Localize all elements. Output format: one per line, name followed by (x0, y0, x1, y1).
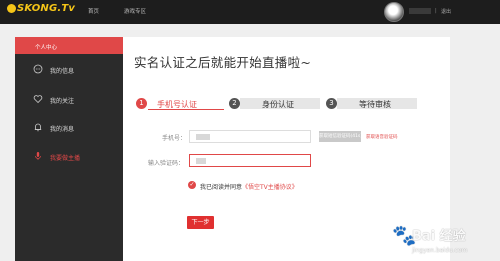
step-label: 等待审核 (359, 100, 391, 109)
username-redacted[interactable] (409, 8, 431, 14)
step-number-badge: 2 (229, 98, 240, 109)
sidebar-item-my-info[interactable]: 我的信息 (15, 63, 123, 77)
heart-icon (33, 95, 43, 104)
sidebar-item-label: 我的关注 (50, 98, 75, 105)
next-step-button[interactable]: 下一步 (187, 216, 214, 229)
sidebar-item-my-follows[interactable]: 我的关注 (15, 93, 123, 107)
step-number-badge: 3 (326, 98, 337, 109)
page-title: 实名认证之后就能开始直播啦~ (134, 55, 312, 70)
phone-number-field[interactable] (189, 130, 311, 143)
agreement-checkbox[interactable]: ✓ (188, 181, 196, 189)
redacted-code-value (196, 158, 206, 164)
sidebar-item-label: 我的信息 (50, 68, 75, 75)
send-sms-code-button[interactable]: 获取短信验证码(41s) (319, 131, 361, 142)
nav-games-link[interactable]: 游戏专区 (124, 7, 146, 15)
watermark-url: jingyan.baidu.com (412, 247, 468, 254)
sidebar-item-my-messages[interactable]: 我的消息 (15, 121, 123, 135)
baidu-jingyan-watermark: 🐾 Bai 经验 jingyan.baidu.com (390, 221, 500, 261)
verification-steps: 1 手机号认证 2 身份认证 3 等待审核 (136, 98, 436, 110)
agreement-text: 我已阅读并同意《悟空TV主播协议》 (200, 182, 298, 191)
agreement-prefix: 我已阅读并同意 (200, 184, 243, 191)
active-step-underline (148, 109, 224, 110)
sidebar-item-become-streamer[interactable]: 我要做主播 (15, 150, 123, 164)
logo-badge-icon (7, 4, 16, 13)
sidebar-item-label: 我的消息 (50, 126, 75, 133)
verification-code-field[interactable] (189, 154, 311, 167)
verification-code-label: 输入验证码： (148, 160, 185, 167)
header-separator: | (435, 8, 437, 14)
sidebar-item-label: 我要做主播 (50, 155, 81, 162)
microphone-icon (35, 152, 41, 160)
redacted-phone-value (196, 134, 210, 140)
logo-text: SKONG.Tv (17, 3, 76, 14)
user-avatar[interactable] (384, 2, 404, 22)
step-label: 身份认证 (262, 100, 294, 109)
streamer-agreement-link[interactable]: 《悟空TV主播协议》 (242, 184, 298, 191)
nav-home-link[interactable]: 首页 (88, 7, 99, 15)
chat-bubble-icon (33, 64, 43, 74)
bell-icon (34, 123, 42, 132)
top-navigation-bar: SKONG.Tv 首页 游戏专区 | 退出 (0, 0, 500, 24)
user-center-sidebar: 个人中心 我的信息 我的关注 我的消息 我要做主播 (15, 37, 123, 261)
sidebar-title: 个人中心 (15, 37, 123, 54)
step-number-badge: 1 (136, 98, 147, 109)
logout-link[interactable]: 退出 (441, 8, 451, 15)
watermark-brand: Bai 经验 (412, 229, 466, 244)
voice-code-link[interactable]: 获取语音验证码 (366, 134, 398, 140)
site-logo[interactable]: SKONG.Tv (7, 0, 75, 20)
phone-label: 手机号： (162, 135, 187, 142)
